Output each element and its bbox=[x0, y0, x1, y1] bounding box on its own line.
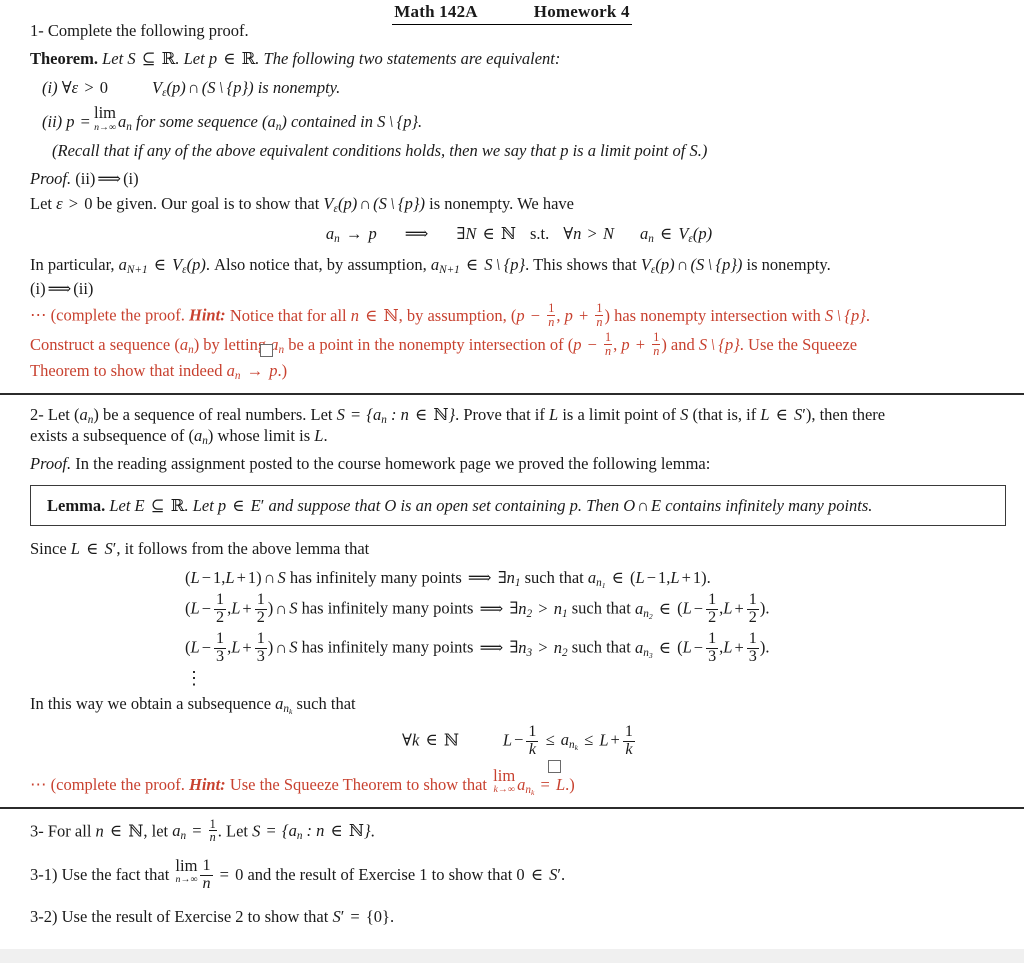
step-line-3: (L −1 3 ,L +1 3) ∩ S has infinitely many points… bbox=[185, 630, 770, 666]
proof-1-header: Proof. (ii) ⟹ (i) bbox=[30, 168, 1008, 189]
hint-1-body-1: Notice that for all n ∈ ℕ, by assumption… bbox=[229, 301, 870, 329]
theorem-body: Let S ⊆ ℝ. Let p ∈ ℝ. The following two … bbox=[102, 49, 561, 69]
bottom-gray-band bbox=[0, 949, 1024, 963]
hint-2-line: ⋯ (complete the proof. Hint: Use the Squ… bbox=[30, 759, 1008, 797]
vertical-ellipsis: ⋮ bbox=[30, 668, 1008, 689]
problem-2-prompt-line-2: exists a subsequence of (an) whose limit… bbox=[30, 426, 328, 448]
problem-3-part-1-tag: 3-1) bbox=[30, 864, 58, 884]
proof-1-given-line: Let ε > 0 be given. Our goal is to show … bbox=[30, 193, 574, 215]
hint-1-open: (complete the proof. bbox=[50, 305, 185, 325]
hint-1-body-3: Theorem to show that indeed an → p.) bbox=[30, 361, 288, 383]
document-page: Math 142A Homework 4 1- Complete the foll… bbox=[0, 0, 1024, 963]
theorem-recall-note: (Recall that if any of the above equival… bbox=[30, 140, 1008, 161]
section-divider-1 bbox=[0, 392, 1024, 395]
step-line-1: (L −1,L +1) ∩ S has infinitely many points ⟹… bbox=[185, 567, 711, 591]
limit-operator-n: lim n→∞ bbox=[93, 103, 116, 133]
proof-1-display-equation: an → p ⟹ ∃N ∈ ℕs.t. ∀n > Nan ∈ Vε(p) bbox=[325, 224, 713, 246]
proof-direction-2: (i) ⟹ (ii) bbox=[30, 278, 94, 298]
hint-2-open: (complete the proof. bbox=[50, 774, 185, 794]
qed-box-1 bbox=[260, 344, 274, 358]
hint-1-label: Hint: bbox=[189, 305, 226, 325]
hint-1-line-1: ⋯ (complete the proof. Hint: Notice that… bbox=[30, 302, 1008, 328]
problem-1-section: 1- Complete the following proof. Theorem… bbox=[0, 20, 1024, 382]
lemma-label: Lemma. bbox=[47, 495, 106, 515]
item-ii-tag: (ii) bbox=[42, 112, 63, 132]
hint-2-dots: ⋯ bbox=[30, 774, 47, 794]
proof-label-2: Proof. bbox=[30, 454, 72, 474]
hint-1-line-2: Construct a sequence (an) by letting an … bbox=[30, 331, 1008, 357]
proof-2-intro-text: In the reading assignment posted to the … bbox=[75, 454, 711, 474]
document-header: Math 142A Homework 4 bbox=[0, 0, 1024, 26]
lemma-statement: Let E ⊆ ℝ. Let p ∈ E′ and suppose that O… bbox=[109, 495, 873, 515]
theorem-item-ii: (ii) p = lim n→∞ an for some sequence (an) … bbox=[30, 103, 1008, 134]
problem-3-part-2-body: Use the result of Exercise 2 to show tha… bbox=[61, 907, 395, 927]
hint-1-line-3: Theorem to show that indeed an → p.) bbox=[30, 344, 1008, 383]
problem-3-part-2: 3-2) Use the result of Exercise 2 to sho… bbox=[30, 906, 1008, 927]
theorem-statement-line: Theorem. Let S ⊆ ℝ. Let p ∈ ℝ. The follo… bbox=[30, 48, 1008, 69]
hint-1-dots: ⋯ bbox=[30, 305, 47, 325]
theorem-item-i: (i) ∀ε > 0 Vε(p) ∩ (S \ {p}) is nonempty. bbox=[30, 77, 1008, 100]
section-divider-2 bbox=[0, 807, 1024, 810]
proof-label-1: Proof. bbox=[30, 169, 72, 189]
header-underline-gap bbox=[479, 7, 532, 26]
hint-2-body: Use the Squeeze Theorem to show that lim… bbox=[229, 765, 575, 797]
problem-2-section: 2- Let (an) be a sequence of real number… bbox=[0, 404, 1024, 797]
problem-3-section: 3- For all n ∈ ℕ, let an = 1n. Let S = {… bbox=[0, 818, 1024, 928]
problem-3-prompt: 3- For all n ∈ ℕ, let an = 1n. Let S = {… bbox=[30, 817, 375, 845]
problem-3-part-1: 3-1) Use the fact that lim n→∞ 1 n = 0 and … bbox=[30, 855, 1008, 893]
problem-2-subsequence-line: In this way we obtain a subsequence ank … bbox=[30, 694, 356, 717]
proof-direction-1: (ii) ⟹ (i) bbox=[75, 169, 139, 189]
theorem-label: Theorem. bbox=[30, 49, 98, 69]
hint-2-label: Hint: bbox=[189, 774, 226, 794]
limit-operator-k: lim k→∞ bbox=[493, 765, 516, 796]
hint-1-body-2: Construct a sequence (an) by letting an … bbox=[30, 330, 858, 358]
item-i-tag: (i) bbox=[42, 77, 58, 97]
qed-box-2 bbox=[547, 759, 561, 773]
step-line-2: (L −1 2 ,L +1 2) ∩ S has infinitely many points… bbox=[185, 591, 770, 627]
squeeze-display-equation: ∀k ∈ ℕ L −1 k ≤ ank ≤ L +1 k bbox=[402, 722, 635, 758]
item-ii-body: p = lim n→∞ an for some sequence (an) conta… bbox=[66, 103, 423, 134]
course-title: Math 142A bbox=[392, 1, 480, 26]
problem-3-part-2-tag: 3-2) bbox=[30, 907, 58, 927]
limit-operator-n-2: lim n→∞ bbox=[175, 855, 198, 886]
item-i-body: ∀ε > 0 Vε(p) ∩ (S \ {p}) is nonempty. bbox=[61, 77, 341, 100]
vdots-glyph: ⋮ bbox=[185, 668, 203, 689]
assignment-title: Homework 4 bbox=[531, 1, 632, 26]
proof-2-intro: Proof. In the reading assignment posted … bbox=[30, 453, 1008, 474]
proof-1-conclusion: In particular, aN+1 ∈ Vε(p). Also notice… bbox=[30, 254, 831, 276]
problem-2-since-line: Since L ∈ S′, it follows from the above … bbox=[30, 539, 370, 559]
problem-3-part-1-body: Use the fact that lim n→∞ 1 n = 0 and the r… bbox=[61, 855, 566, 893]
recall-text: (Recall that if any of the above equival… bbox=[52, 140, 708, 160]
lemma-box: Lemma. Let E ⊆ ℝ. Let p ∈ E′ and suppose… bbox=[30, 484, 1006, 527]
problem-2-prompt-line-1: 2- Let (an) be a sequence of real number… bbox=[30, 404, 886, 426]
